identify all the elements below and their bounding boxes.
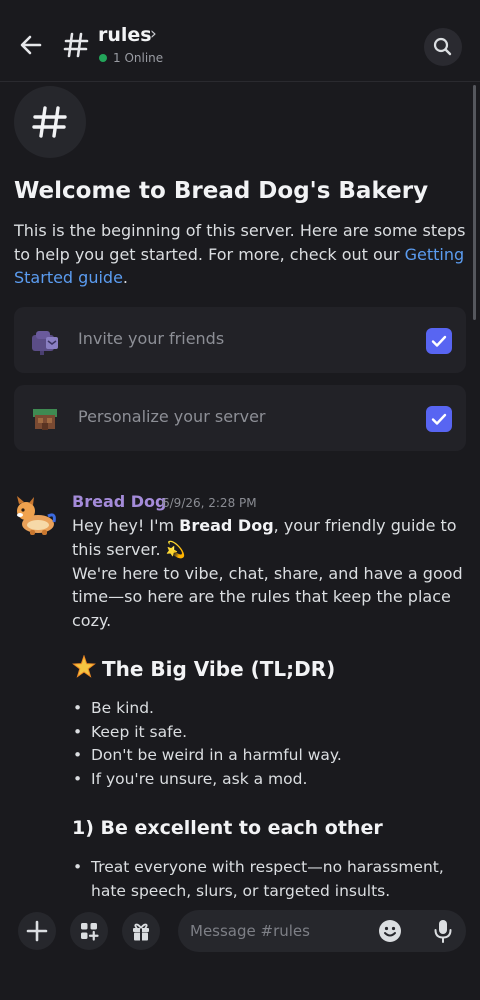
message-input-wrapper (178, 910, 466, 952)
channel-hash-icon (62, 28, 90, 62)
welcome-title: Welcome to Bread Dog's Bakery (14, 178, 429, 204)
step-checkbox[interactable] (426, 406, 452, 432)
message-line-intro: Hey hey! I'm Bread Dog, your friendly gu… (72, 514, 467, 562)
online-status: 1 Online (99, 51, 163, 65)
arrow-left-icon (20, 35, 42, 55)
checkmark-icon (431, 413, 447, 425)
hash-icon (32, 106, 67, 138)
search-button[interactable] (424, 28, 462, 66)
channel-avatar (14, 86, 86, 158)
section-heading: 1) Be excellent to each other (72, 817, 383, 839)
message-input[interactable] (190, 910, 380, 952)
gift-button[interactable] (122, 912, 160, 950)
search-icon (433, 37, 452, 56)
voice-message-button[interactable] (428, 916, 458, 946)
apps-button[interactable] (70, 912, 108, 950)
add-attachment-button[interactable] (18, 912, 56, 950)
server-building-icon (28, 401, 62, 435)
plus-icon (26, 920, 48, 942)
step-invite-friends[interactable]: Invite your friends (14, 307, 466, 373)
vibe-list: Be kind. Keep it safe. Don't be weird in… (72, 697, 467, 791)
intro-bold: Bread Dog (179, 516, 274, 535)
smiley-icon (379, 920, 401, 942)
checkmark-icon (431, 335, 447, 347)
microphone-icon (434, 920, 452, 943)
message-timestamp: 6/9/26, 2:28 PM (162, 496, 257, 510)
intro-text: Hey hey! I'm (72, 516, 180, 535)
bread-dog-avatar[interactable] (12, 494, 60, 538)
vibe-heading: The Big Vibe (TL;DR) (72, 654, 336, 681)
list-item: Treat everyone with respect—no harassmen… (72, 856, 467, 903)
message-line-rules-intro: We're here to vibe, chat, share, and hav… (72, 563, 463, 631)
scrollbar[interactable] (473, 85, 476, 320)
welcome-description-end: . (122, 268, 129, 287)
star-icon (72, 654, 96, 678)
step-checkbox[interactable] (426, 328, 452, 354)
chevron-right-icon[interactable]: › (150, 24, 157, 44)
message-body: Hey hey! I'm Bread Dog, your friendly gu… (72, 514, 467, 633)
section-list: Treat everyone with respect—no harassmen… (72, 856, 467, 903)
online-count: 1 Online (113, 51, 164, 65)
channel-name[interactable]: rules (98, 24, 152, 46)
list-item: Don't be weird in a harmful way. (72, 744, 467, 768)
step-label: Personalize your server (78, 407, 266, 426)
channel-header: rules › 1 Online (0, 0, 480, 82)
list-item: If you're unsure, ask a mod. (72, 768, 467, 792)
welcome-description: This is the beginning of this server. He… (14, 219, 469, 290)
apps-icon (81, 923, 99, 941)
step-personalize-server[interactable]: Personalize your server (14, 385, 466, 451)
mailbox-icon (28, 323, 62, 357)
emoji-button[interactable] (376, 917, 404, 945)
vibe-heading-text: The Big Vibe (TL;DR) (102, 657, 336, 681)
welcome-description-text: This is the beginning of this server. He… (14, 221, 466, 264)
gift-icon (133, 923, 149, 941)
list-item: Be kind. (72, 697, 467, 721)
step-label: Invite your friends (78, 329, 225, 348)
online-dot (99, 54, 107, 62)
message-author[interactable]: Bread Dog (72, 492, 166, 511)
list-item: Keep it safe. (72, 721, 467, 745)
back-button[interactable] (16, 30, 46, 60)
